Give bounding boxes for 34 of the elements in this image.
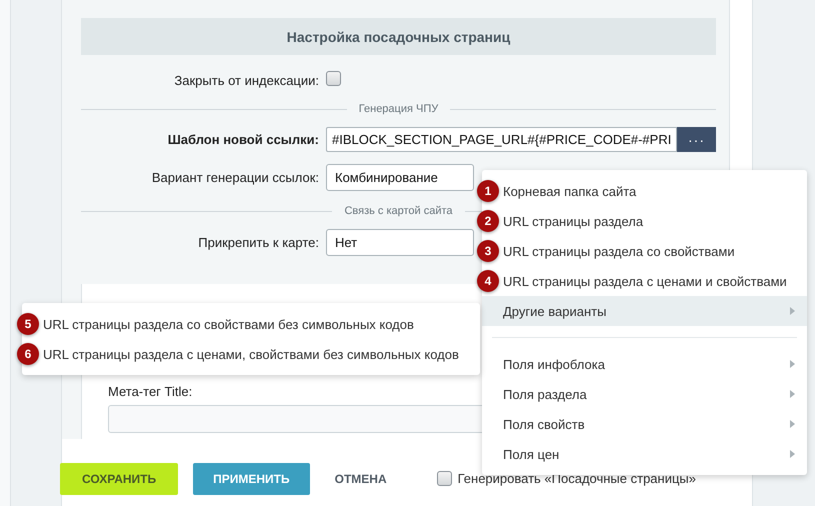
checkbox[interactable] — [326, 71, 341, 86]
menu-item[interactable]: Поля раздела — [482, 379, 807, 409]
field-label: Закрыть от индексации: — [173, 72, 319, 88]
menu-item[interactable]: URL страницы раздела со свойствами без символьных кодов — [39, 309, 480, 339]
select-field[interactable]: Нет — [326, 229, 474, 256]
number-badge: 5 — [17, 313, 39, 335]
menu-item[interactable]: Другие варианты — [482, 296, 807, 326]
number-badge: 1 — [477, 180, 499, 202]
cancel-button[interactable]: ОТМЕНА — [324, 472, 397, 486]
field-label: Мета-тег Title: — [108, 384, 192, 399]
checkbox-label: Генерировать «Посадочные страницы» — [458, 471, 696, 486]
input-field[interactable]: #IBLOCK_SECTION_PAGE_URL#{#PRICE_CODE#-#PRI — [326, 127, 677, 152]
more-button[interactable]: ··· — [677, 127, 716, 152]
menu-item[interactable]: URL страницы раздела со свойствами — [499, 236, 807, 266]
field-label: Прикрепить к карте: — [197, 235, 319, 250]
save-button[interactable]: СОХРАНИТЬ — [60, 462, 178, 494]
select-field[interactable]: Комбинирование — [326, 164, 474, 191]
menu-item[interactable]: Поля инфоблока — [482, 349, 807, 379]
menu-item[interactable]: Корневая папка сайта — [499, 176, 807, 206]
menu-item[interactable]: URL страницы раздела с ценами, свойствами без символьных кодов — [39, 339, 480, 369]
menu-item[interactable]: Поля свойств — [482, 409, 807, 439]
divider-label: Связь с картой сайта — [344, 205, 453, 217]
field-label: Вариант генерации ссылок: — [150, 170, 319, 185]
number-badge: 2 — [477, 210, 499, 232]
number-badge: 4 — [477, 270, 499, 292]
menu-item[interactable]: URL страницы раздела — [499, 206, 807, 236]
checkbox[interactable] — [436, 471, 452, 486]
menu-item[interactable]: URL страницы раздела с ценами и свойствами — [499, 266, 807, 296]
number-badge: 6 — [17, 343, 39, 365]
section-title: Настройка посадочных страниц — [81, 18, 716, 55]
field-label: Шаблон новой ссылки: — [166, 132, 319, 147]
menu-item[interactable]: Поля цен — [482, 439, 807, 469]
divider-label: Генерация ЧПУ — [358, 103, 438, 115]
number-badge: 3 — [477, 240, 499, 262]
